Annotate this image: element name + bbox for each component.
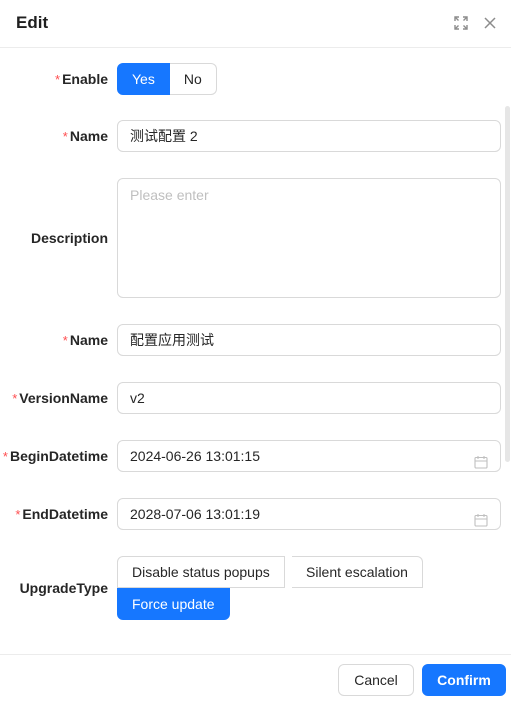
enable-toggle: Yes No	[117, 63, 217, 95]
version-name-label-text: VersionName	[19, 390, 108, 406]
upgrade-option-force-update[interactable]: Force update	[117, 588, 230, 620]
enable-yes-option[interactable]: Yes	[117, 63, 170, 95]
enable-label: * Enable	[55, 69, 108, 90]
confirm-button[interactable]: Confirm	[422, 664, 506, 696]
required-mark: *	[2, 449, 8, 464]
begin-datetime-row: * BeginDatetime 2024-06-26 13:01:15	[0, 440, 511, 472]
end-datetime-value: 2028-07-06 13:01:19	[130, 506, 260, 522]
app-name-row: * Name 配置应用测试	[0, 324, 511, 356]
description-label: Description	[30, 230, 108, 246]
name-label: * Name	[63, 126, 108, 147]
upgrade-option-silent-escalation[interactable]: Silent escalation	[292, 556, 423, 588]
end-datetime-label-text: EndDatetime	[22, 506, 108, 522]
cancel-button[interactable]: Cancel	[338, 664, 414, 696]
begin-datetime-value: 2024-06-26 13:01:15	[130, 448, 260, 464]
required-mark: *	[62, 333, 68, 348]
calendar-icon	[474, 449, 488, 469]
calendar-icon	[474, 507, 488, 527]
version-name-row: * VersionName v2	[0, 382, 511, 414]
upgrade-type-row: UpgradeType Disable status popups Silent…	[0, 556, 511, 620]
upgrade-option-disable-popups[interactable]: Disable status popups	[117, 556, 285, 588]
required-mark: *	[15, 507, 21, 522]
dialog-footer: Cancel Confirm	[0, 654, 511, 702]
name-row: * Name 测试配置 2	[0, 120, 511, 152]
app-name-label: * Name	[63, 330, 108, 351]
version-name-input[interactable]: v2	[117, 382, 501, 414]
end-datetime-row: * EndDatetime 2028-07-06 13:01:19	[0, 498, 511, 530]
close-icon[interactable]	[481, 14, 499, 32]
expand-icon[interactable]	[452, 14, 470, 32]
dialog-header: Edit	[0, 0, 511, 48]
name-label-text: Name	[69, 128, 108, 144]
description-textarea[interactable]: Please enter	[117, 178, 501, 298]
enable-no-option[interactable]: No	[169, 63, 217, 95]
dialog-body: * Enable Yes No * Name 测试配置 2 Description …	[0, 49, 511, 654]
app-name-input[interactable]: 配置应用测试	[117, 324, 501, 356]
required-mark: *	[55, 72, 61, 87]
edit-dialog: Edit * Enable Yes No * Name 测试配置 2 Descr…	[0, 0, 511, 702]
enable-label-text: Enable	[62, 71, 108, 87]
enable-row: * Enable Yes No	[0, 63, 511, 95]
version-name-label: * VersionName	[12, 388, 108, 409]
dialog-title: Edit	[16, 13, 49, 32]
required-mark: *	[12, 391, 18, 406]
begin-datetime-label-text: BeginDatetime	[9, 448, 108, 464]
app-name-label-text: Name	[69, 332, 108, 348]
upgrade-type-label: UpgradeType	[19, 580, 108, 596]
begin-datetime-label: * BeginDatetime	[3, 446, 108, 467]
description-row: Description Please enter	[0, 178, 511, 298]
end-datetime-label: * EndDatetime	[15, 504, 108, 525]
end-datetime-picker[interactable]: 2028-07-06 13:01:19	[117, 498, 501, 530]
required-mark: *	[62, 129, 68, 144]
begin-datetime-picker[interactable]: 2024-06-26 13:01:15	[117, 440, 501, 472]
scrollbar[interactable]	[505, 106, 510, 462]
name-input[interactable]: 测试配置 2	[117, 120, 501, 152]
